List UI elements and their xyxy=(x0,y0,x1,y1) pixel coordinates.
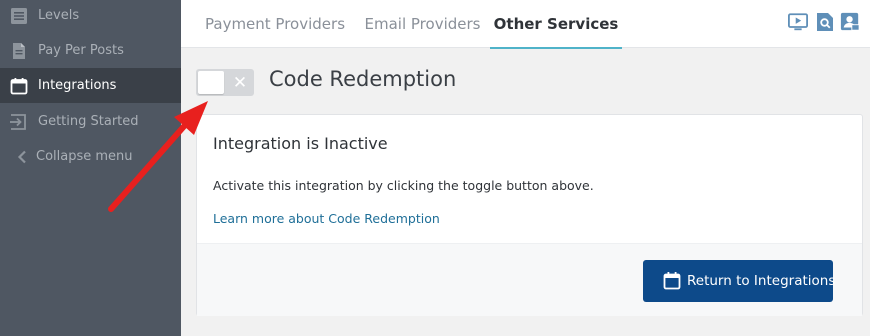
tab-payment-providers[interactable]: Payment Providers xyxy=(205,0,345,48)
main-content: ✕ Code Redemption Integration is Inactiv… xyxy=(181,49,870,336)
integration-toggle[interactable]: ✕ xyxy=(196,69,254,96)
sidebar-item-pay-per-posts[interactable]: Pay Per Posts xyxy=(0,33,181,68)
card-footer: Return to Integrations xyxy=(197,243,862,316)
tab-bar: Payment Providers Email Providers Other … xyxy=(181,0,870,49)
sidebar-item-levels[interactable]: Levels xyxy=(0,0,181,33)
learn-more-link[interactable]: Learn more about Code Redemption xyxy=(213,211,440,226)
video-tutorial-icon[interactable] xyxy=(788,12,808,32)
sign-in-icon xyxy=(9,112,29,132)
chevron-left-icon xyxy=(12,147,32,167)
toggle-knob xyxy=(198,71,224,94)
close-icon: ✕ xyxy=(232,72,248,93)
search-doc-icon[interactable] xyxy=(815,12,835,32)
card-description: Activate this integration by clicking th… xyxy=(213,178,594,193)
card-heading: Integration is Inactive xyxy=(213,134,388,153)
sidebar-item-getting-started[interactable]: Getting Started xyxy=(0,104,181,139)
page-title: Code Redemption xyxy=(269,67,457,91)
sidebar-item-label: Getting Started xyxy=(38,114,139,129)
sidebar: Levels Pay Per Posts Integrations Gettin… xyxy=(0,0,181,336)
sidebar-item-label: Levels xyxy=(38,8,80,23)
sidebar-item-integrations[interactable]: Integrations xyxy=(0,68,181,103)
document-icon xyxy=(9,41,29,61)
sidebar-item-label: Pay Per Posts xyxy=(38,43,124,58)
user-email-icon[interactable] xyxy=(840,12,860,32)
calendar-icon xyxy=(9,76,29,96)
calendar-icon xyxy=(663,271,681,294)
tab-other-services[interactable]: Other Services xyxy=(490,0,622,49)
sidebar-collapse-menu[interactable]: Collapse menu xyxy=(0,139,181,174)
return-to-integrations-button[interactable]: Return to Integrations xyxy=(643,260,836,302)
sidebar-item-label: Integrations xyxy=(38,78,117,93)
list-icon xyxy=(9,6,29,26)
sidebar-item-label: Collapse menu xyxy=(36,149,133,164)
tab-email-providers[interactable]: Email Providers xyxy=(365,0,481,48)
integration-status-card: Integration is Inactive Activate this in… xyxy=(196,114,863,316)
return-button-label: Return to Integrations xyxy=(687,273,836,289)
